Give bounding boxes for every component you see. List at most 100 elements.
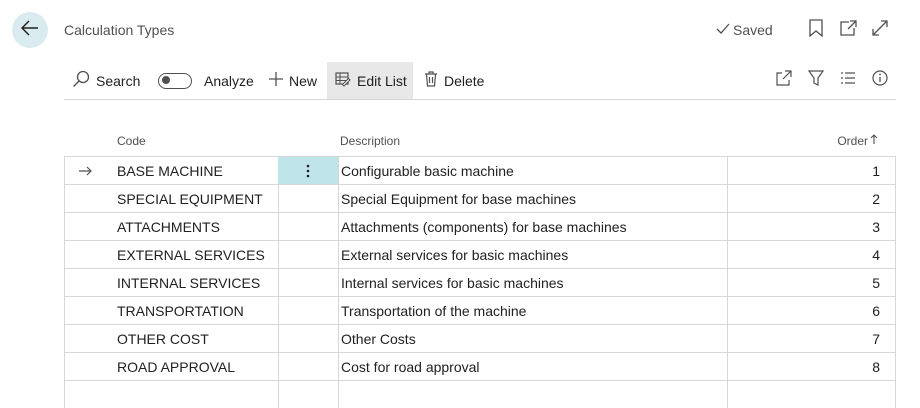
column-divider: [278, 241, 279, 268]
back-button[interactable]: [12, 12, 48, 48]
new-button[interactable]: New: [269, 62, 317, 99]
analyze-switch[interactable]: [158, 72, 192, 89]
sort-ascending-icon: [870, 134, 878, 148]
column-divider: [338, 213, 339, 240]
cell-order[interactable]: 2: [872, 185, 880, 212]
table-row[interactable]: ROAD APPROVAL Cost for road approval 8: [64, 352, 896, 380]
column-divider: [338, 297, 339, 324]
filter-icon: [807, 69, 825, 91]
share-icon: [776, 69, 792, 91]
cell-description[interactable]: External services for basic machines: [341, 241, 568, 268]
table-row[interactable]: SPECIAL EQUIPMENT Special Equipment for b…: [64, 184, 896, 212]
column-divider: [727, 325, 728, 352]
cell-code[interactable]: OTHER COST: [117, 325, 209, 352]
list-view-button[interactable]: [839, 71, 857, 89]
cell-description[interactable]: Special Equipment for base machines: [341, 185, 576, 212]
search-button[interactable]: Search: [72, 62, 140, 99]
cell-order[interactable]: 6: [872, 297, 880, 324]
edit-list-button[interactable]: Edit List: [327, 62, 413, 99]
filter-button[interactable]: [807, 69, 825, 91]
cell-code[interactable]: ROAD APPROVAL: [117, 353, 235, 380]
column-divider: [278, 381, 279, 408]
cell-order[interactable]: 3: [872, 213, 880, 240]
cell-code[interactable]: ATTACHMENTS: [117, 213, 220, 240]
table-row[interactable]: EXTERNAL SERVICES External services for b…: [64, 240, 896, 268]
column-divider: [895, 353, 896, 380]
cell-order[interactable]: 7: [872, 325, 880, 352]
column-divider: [338, 269, 339, 296]
saved-status: Saved: [716, 22, 773, 38]
edit-list-icon: [335, 71, 351, 90]
table-row[interactable]: ATTACHMENTS Attachments (components) for …: [64, 212, 896, 240]
cell-code[interactable]: SPECIAL EQUIPMENT: [117, 185, 263, 212]
column-header-order[interactable]: Order: [837, 134, 878, 148]
column-divider: [727, 269, 728, 296]
cell-code[interactable]: TRANSPORTATION: [117, 297, 244, 324]
column-divider: [64, 185, 65, 212]
list-icon: [840, 71, 856, 90]
checkmark-icon: [716, 22, 730, 38]
delete-button[interactable]: Delete: [424, 62, 484, 99]
bookmark-button[interactable]: [806, 18, 826, 42]
saved-label: Saved: [733, 22, 773, 38]
column-divider: [727, 297, 728, 324]
cell-order[interactable]: 8: [872, 353, 880, 380]
info-button[interactable]: [871, 69, 889, 89]
cell-description[interactable]: Other Costs: [341, 325, 416, 352]
open-in-new-window-icon: [839, 19, 857, 41]
column-divider: [727, 213, 728, 240]
column-divider: [338, 157, 339, 184]
column-divider: [278, 213, 279, 240]
cell-code[interactable]: INTERNAL SERVICES: [117, 269, 260, 296]
column-divider: [895, 157, 896, 184]
trash-icon: [424, 71, 438, 90]
column-divider: [727, 241, 728, 268]
cell-order[interactable]: 1: [872, 157, 880, 184]
column-divider: [64, 353, 65, 380]
column-header-code[interactable]: Code: [117, 134, 146, 148]
table-row[interactable]: TRANSPORTATION Transportation of the mach…: [64, 296, 896, 324]
table-row: [64, 380, 896, 408]
more-vertical-icon[interactable]: [278, 157, 338, 184]
share-button[interactable]: [775, 69, 793, 91]
column-divider: [278, 297, 279, 324]
column-divider: [64, 157, 65, 184]
expand-button[interactable]: [870, 19, 890, 40]
cell-description[interactable]: Attachments (components) for base machin…: [341, 213, 627, 240]
column-divider: [278, 325, 279, 352]
column-divider: [64, 269, 65, 296]
column-divider: [727, 353, 728, 380]
search-label: Search: [96, 72, 141, 89]
table-row[interactable]: INTERNAL SERVICES Internal services for b…: [64, 268, 896, 296]
page-title: Calculation Types: [64, 22, 175, 38]
cell-description[interactable]: Transportation of the machine: [341, 297, 526, 324]
column-divider: [895, 185, 896, 212]
column-header-description[interactable]: Description: [340, 134, 400, 148]
column-divider: [727, 157, 728, 184]
edit-list-label: Edit List: [357, 72, 407, 89]
bookmark-icon: [809, 18, 823, 42]
column-divider: [338, 325, 339, 352]
cell-description[interactable]: Configurable basic machine: [341, 157, 514, 184]
cell-description[interactable]: Cost for road approval: [341, 353, 480, 380]
column-divider: [895, 325, 896, 352]
column-divider: [278, 353, 279, 380]
cell-order[interactable]: 4: [872, 241, 880, 268]
cell-description[interactable]: Internal services for basic machines: [341, 269, 564, 296]
open-in-new-window-button[interactable]: [838, 19, 858, 41]
cell-code[interactable]: BASE MACHINE: [117, 157, 223, 184]
search-icon: [72, 70, 90, 91]
cell-code[interactable]: EXTERNAL SERVICES: [117, 241, 265, 268]
column-divider: [64, 241, 65, 268]
column-divider: [338, 353, 339, 380]
table-row[interactable]: BASE MACHINE Configurable basic machine 1: [64, 156, 896, 184]
cell-order[interactable]: 5: [872, 269, 880, 296]
column-divider: [278, 269, 279, 296]
column-divider: [895, 241, 896, 268]
action-bar: Search Analyze New Edit List Delete: [64, 62, 896, 100]
column-divider: [727, 381, 728, 408]
table-row[interactable]: OTHER COST Other Costs 7: [64, 324, 896, 352]
analyze-toggle[interactable]: Analyze: [158, 62, 254, 99]
column-divider: [727, 185, 728, 212]
column-divider: [338, 185, 339, 212]
